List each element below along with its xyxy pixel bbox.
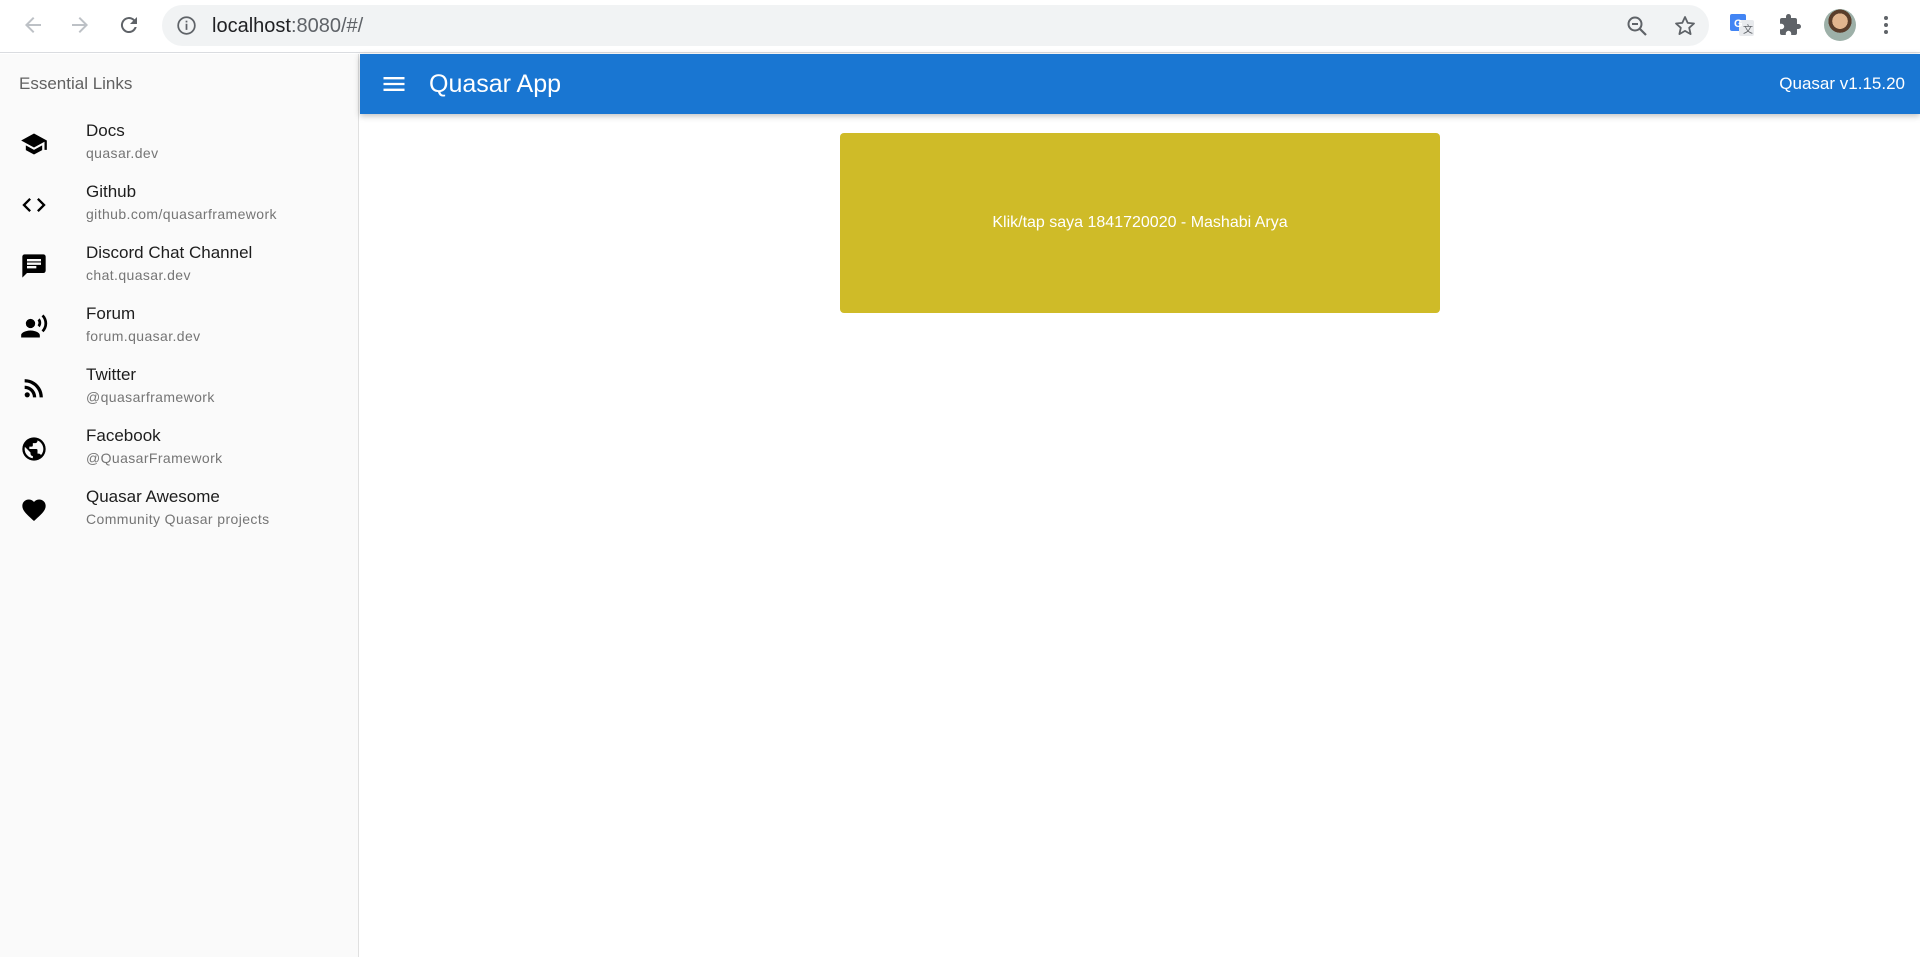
sidebar-item-title: Facebook	[86, 426, 161, 445]
sidebar-item-caption: chat.quasar.dev	[86, 267, 191, 283]
app-title: Quasar App	[429, 70, 562, 98]
public-icon	[22, 437, 46, 461]
code-icon	[22, 198, 46, 212]
arrow-back-icon	[25, 17, 41, 33]
more-vert-icon	[1884, 16, 1888, 34]
reload-icon	[120, 17, 137, 34]
sidebar-item-discord[interactable]: Discord Chat Channel chat.quasar.dev	[0, 235, 359, 296]
sidebar-item-forum[interactable]: Forum forum.quasar.dev	[0, 296, 359, 357]
sidebar-item-caption: Community Quasar projects	[86, 511, 270, 527]
app-header: Quasar App Quasar v1.15.20	[360, 54, 1920, 114]
address-bar[interactable]: localhost:8080/#/	[162, 5, 1709, 46]
sidebar-item-caption: forum.quasar.dev	[86, 328, 201, 344]
sidebar-item-title: Quasar Awesome	[86, 487, 220, 506]
back-button[interactable]	[17, 9, 49, 41]
sidebar-item-facebook[interactable]: Facebook @QuasarFramework	[0, 418, 359, 479]
svg-text:文: 文	[1743, 23, 1753, 36]
sidebar-item-caption: @quasarframework	[86, 389, 215, 405]
sidebar-item-title: Docs	[86, 121, 125, 140]
school-icon	[21, 133, 47, 155]
chat-icon	[22, 254, 46, 278]
sidebar-item-quasar-awesome[interactable]: Quasar Awesome Community Quasar projects	[0, 479, 359, 540]
favorite-icon	[22, 499, 46, 521]
sidebar-item-title: Forum	[86, 304, 136, 323]
bookmark-star-icon[interactable]	[1673, 14, 1697, 38]
extensions-button[interactable]	[1776, 11, 1804, 39]
version-label: Quasar v1.15.20	[1779, 74, 1905, 93]
card-text: Klik/tap saya 1841720020 - Mashabi Arya	[992, 214, 1288, 231]
sidebar-item-twitter[interactable]: Twitter @quasarframework	[0, 357, 359, 418]
url-text[interactable]: localhost:8080/#/	[212, 15, 363, 38]
puzzle-icon	[1780, 14, 1801, 35]
zoom-out-icon[interactable]	[1625, 14, 1649, 38]
profile-avatar[interactable]	[1824, 9, 1856, 41]
sidebar-item-github[interactable]: Github github.com/quasarframework	[0, 174, 359, 235]
sidebar-item-caption: quasar.dev	[86, 145, 159, 161]
sidebar-item-title: Discord Chat Channel	[86, 243, 253, 262]
sidebar-item-title: Twitter	[86, 365, 137, 384]
reload-button[interactable]	[113, 9, 145, 41]
sidebar-item-docs[interactable]: Docs quasar.dev	[0, 113, 359, 174]
sidebar-item-caption: github.com/quasarframework	[86, 206, 277, 222]
browser-toolbar: localhost:8080/#/ G文	[0, 0, 1920, 53]
forward-button[interactable]	[64, 9, 96, 41]
click-card[interactable]: Klik/tap saya 1841720020 - Mashabi Arya	[840, 133, 1440, 313]
drawer-heading: Essential Links	[19, 74, 133, 93]
menu-icon[interactable]	[380, 70, 408, 98]
arrow-forward-icon	[72, 17, 88, 33]
svg-text:G: G	[1734, 18, 1743, 30]
browser-menu-button[interactable]	[1872, 11, 1900, 39]
translate-icon: G文	[1730, 14, 1754, 36]
google-translate-extension[interactable]: G文	[1728, 11, 1756, 39]
info-icon[interactable]	[176, 15, 197, 36]
record-voice-icon	[21, 314, 48, 338]
rss-feed-icon	[24, 379, 43, 398]
left-drawer: Essential Links Docs quasar.dev Github g…	[0, 54, 359, 957]
sidebar-item-caption: @QuasarFramework	[86, 450, 223, 466]
sidebar-item-title: Github	[86, 182, 137, 201]
